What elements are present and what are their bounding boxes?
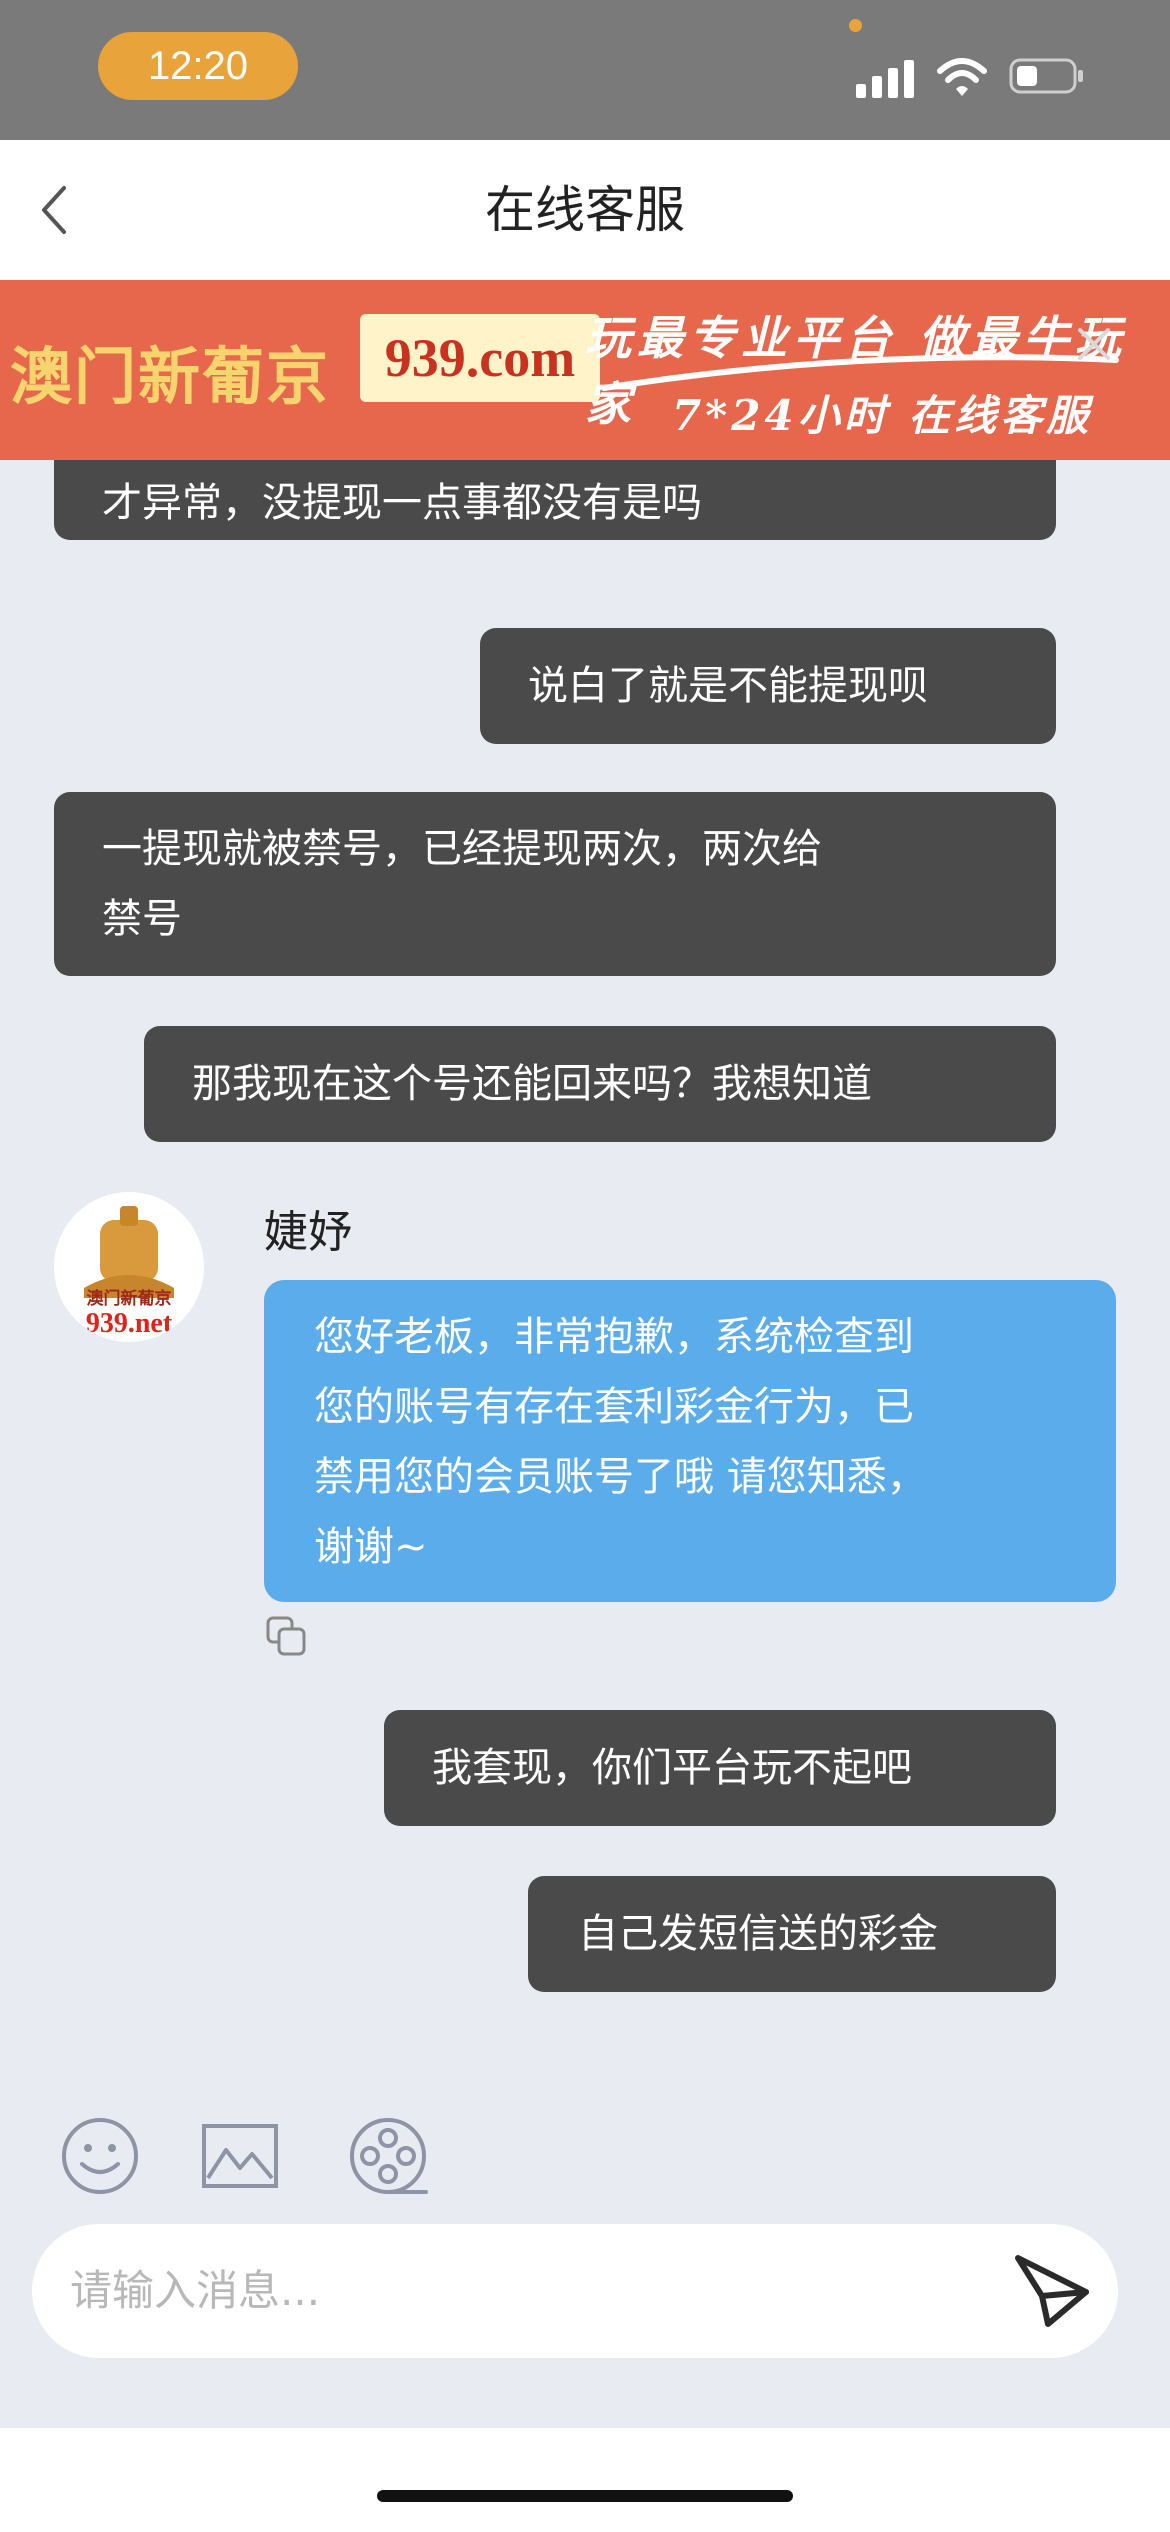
avatar-brand-text: 澳门新葡京 xyxy=(87,1288,172,1309)
message-text: 说白了就是不能提现呗 xyxy=(528,663,928,709)
user-message-bubble[interactable]: 那我现在这个号还能回来吗？我想知道 xyxy=(144,1026,1056,1142)
user-message-bubble[interactable]: 说白了就是不能提现呗 xyxy=(480,628,1056,744)
camera-indicator-dot xyxy=(849,19,862,32)
wifi-icon xyxy=(937,58,987,96)
cellular-signal-icon xyxy=(856,56,916,98)
user-message-bubble[interactable]: 自己发短信送的彩金 xyxy=(528,1876,1056,1992)
video-icon[interactable] xyxy=(348,2116,428,2196)
message-text-line: 您的账号有存在套利彩金行为，已 xyxy=(314,1384,914,1430)
page-title: 在线客服 xyxy=(485,181,685,239)
user-message-bubble[interactable]: 一提现就被禁号，已经提现两次，两次给 禁号 xyxy=(54,792,1056,976)
agent-avatar[interactable]: 澳门新葡京 939.net xyxy=(54,1192,204,1342)
agent-name: 婕妤 xyxy=(264,1207,352,1258)
message-input-placeholder: 请输入消息... xyxy=(70,2266,321,2315)
avatar-domain-text: 939.net xyxy=(86,1308,173,1339)
message-text: 才异常，没提现一点事都没有是吗 xyxy=(102,480,702,526)
message-text-line: 您好老板，非常抱歉，系统检查到 xyxy=(314,1314,914,1360)
message-text: 自己发短信送的彩金 xyxy=(578,1911,938,1957)
message-text-line: 谢谢~ xyxy=(314,1524,428,1570)
user-message-bubble[interactable]: 我套现，你们平台玩不起吧 xyxy=(384,1710,1056,1826)
copy-icon[interactable] xyxy=(264,1614,308,1658)
promo-banner[interactable]: 澳门新葡京 939.com 玩最专业平台 做最牛玩家 7*24小时 在线客服 xyxy=(0,280,1170,460)
message-text-line: 禁号 xyxy=(102,896,182,942)
home-indicator[interactable] xyxy=(377,2490,793,2502)
banner-slogan-line2: 7*24小时 在线客服 xyxy=(672,391,1093,440)
banner-domain: 939.com xyxy=(360,314,600,402)
battery-icon xyxy=(1009,58,1083,94)
message-text-line: 一提现就被禁号，已经提现两次，两次给 xyxy=(102,826,822,872)
send-icon[interactable] xyxy=(1012,2252,1090,2330)
message-text-line: 禁用您的会员账号了哦 请您知悉， xyxy=(314,1454,927,1500)
message-text: 那我现在这个号还能回来吗？我想知道 xyxy=(192,1061,872,1107)
banner-brand: 澳门新葡京 xyxy=(10,340,331,413)
close-icon[interactable] xyxy=(1072,322,1116,366)
bottom-safe-area xyxy=(0,2428,1170,2532)
user-message-bubble[interactable]: 才异常，没提现一点事都没有是吗 xyxy=(54,460,1056,540)
emoji-icon[interactable] xyxy=(60,2116,140,2196)
status-time: 12:20 xyxy=(98,32,298,100)
message-text: 我套现，你们平台玩不起吧 xyxy=(432,1745,912,1791)
image-icon[interactable] xyxy=(200,2116,280,2196)
agent-message-bubble[interactable]: 您好老板，非常抱歉，系统检查到 您的账号有存在套利彩金行为，已 禁用您的会员账号… xyxy=(264,1280,1116,1602)
